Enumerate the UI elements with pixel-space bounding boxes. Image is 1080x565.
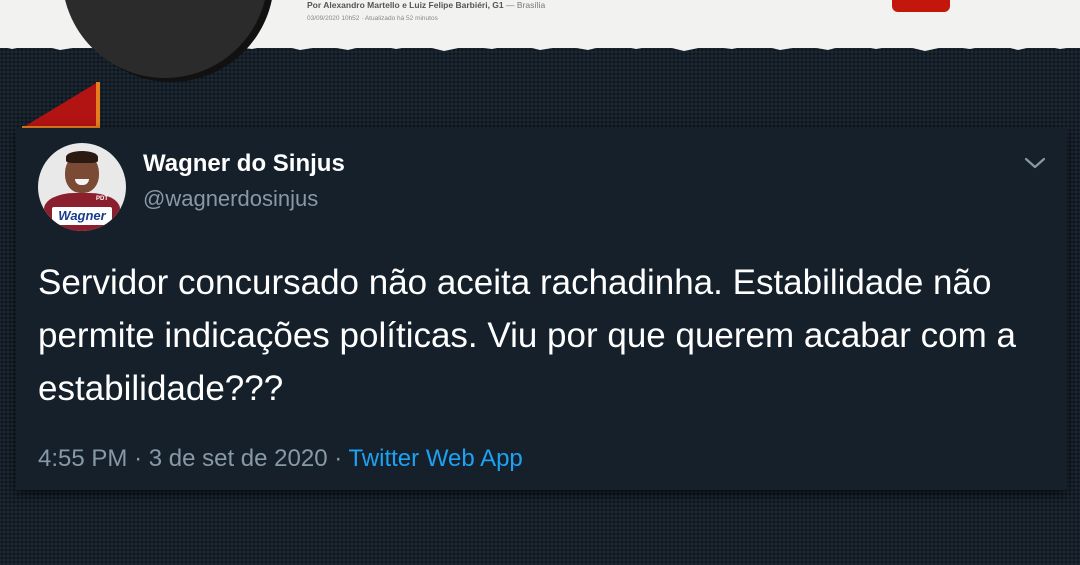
decorative-orange-edge bbox=[96, 82, 100, 128]
meta-separator: · bbox=[134, 445, 143, 472]
article-date: 03/09/2020 10h52 · Atualizado há 52 minu… bbox=[307, 14, 438, 22]
tweet-date[interactable]: 3 de set de 2020 bbox=[149, 445, 328, 472]
author-display-name[interactable]: Wagner do Sinjus bbox=[143, 150, 345, 178]
avatar-badge: Wagner bbox=[52, 207, 112, 225]
avatar-hair bbox=[66, 151, 98, 163]
decorative-red-triangle bbox=[22, 82, 98, 128]
avatar-party-label: PDT bbox=[96, 196, 108, 202]
tweet-meta: 4:55 PM · 3 de set de 2020 · Twitter Web… bbox=[38, 445, 523, 473]
tweet-text: Servidor concursado não aceita rachadinh… bbox=[38, 263, 1016, 408]
article-meta: Por Alexandro Martello e Luiz Felipe Bar… bbox=[307, 0, 545, 23]
g1-logo bbox=[892, 0, 950, 12]
author-handle[interactable]: @wagnerdosinjus bbox=[143, 186, 318, 212]
tweet-card: PDT Wagner Wagner do Sinjus @wagnerdosin… bbox=[16, 128, 1067, 490]
meta-separator: · bbox=[334, 445, 343, 472]
decorative-circle bbox=[62, 0, 268, 78]
tweet-source-link[interactable]: Twitter Web App bbox=[348, 445, 522, 472]
avatar[interactable]: PDT Wagner bbox=[38, 143, 126, 231]
tweet-time[interactable]: 4:55 PM bbox=[38, 445, 127, 472]
chevron-down-icon[interactable] bbox=[1024, 155, 1046, 171]
article-byline: Por Alexandro Martello e Luiz Felipe Bar… bbox=[307, 0, 546, 10]
